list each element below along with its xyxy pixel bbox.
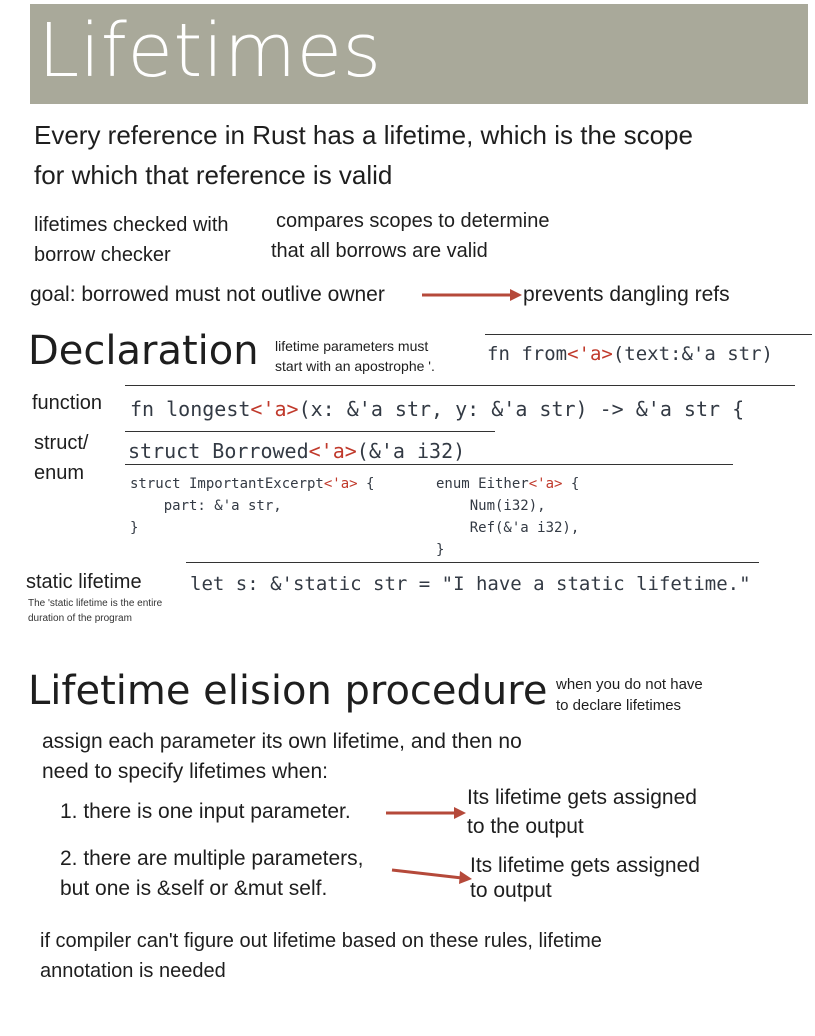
rule-2-line-1: 2. there are multiple parameters, — [60, 847, 364, 870]
static-note-line-1: The 'static lifetime is the entire — [28, 598, 163, 609]
checker-left-line-1: lifetimes checked with — [34, 214, 229, 236]
rule-2-line-2: but one is &self or &mut self. — [60, 877, 328, 900]
rule-1-result-line-1: Its lifetime gets assigned — [467, 786, 697, 809]
function-label: function — [32, 392, 103, 414]
intro-line-2: for which that reference is valid — [34, 160, 393, 190]
struct-code: struct Borrowed<'a>(&'a i32) — [128, 439, 466, 463]
struct-label-line-1: struct/ — [34, 432, 89, 454]
arrow-right-icon — [386, 807, 466, 819]
arrow-right-icon — [391, 868, 472, 884]
elision-heading: Lifetime elision procedure — [28, 668, 548, 714]
rule-2-result-line-2: to output — [470, 879, 552, 902]
footer-line-2: annotation is needed — [40, 960, 226, 982]
rule-1: 1. there is one input parameter. — [60, 800, 351, 823]
goal-result: prevents dangling refs — [523, 283, 730, 306]
footer-line-1: if compiler can't figure out lifetime ba… — [40, 930, 602, 952]
declaration-note-line-2: start with an apostrophe '. — [275, 358, 435, 374]
divider — [186, 562, 759, 563]
elision-intro-line-1: assign each parameter its own lifetime, … — [42, 730, 522, 753]
declaration-note-line-1: lifetime parameters must — [275, 338, 429, 354]
divider — [125, 431, 495, 432]
declaration-heading: Declaration — [28, 328, 259, 374]
rule-1-result-line-2: to the output — [467, 815, 584, 838]
checker-left-line-2: borrow checker — [34, 244, 171, 266]
enum-block-code: enum Either<'a> { Num(i32), Ref(&'a i32)… — [436, 476, 580, 558]
struct-block-code: struct ImportantExcerpt<'a> { part: &'a … — [130, 476, 375, 536]
goal-text: goal: borrowed must not outlive owner — [30, 283, 385, 306]
static-label: static lifetime — [26, 571, 142, 593]
static-code: let s: &'static str = "I have a static l… — [190, 573, 751, 595]
elision-note-line-2: to declare lifetimes — [556, 697, 682, 714]
function-code: fn longest<'a>(x: &'a str, y: &'a str) -… — [130, 397, 745, 421]
elision-intro-line-2: need to specify lifetimes when: — [42, 760, 328, 783]
intro-line-1: Every reference in Rust has a lifetime, … — [34, 120, 693, 150]
divider — [125, 385, 795, 386]
struct-label-line-2: enum — [34, 462, 85, 484]
arrow-right-icon — [422, 289, 522, 301]
divider — [125, 464, 733, 465]
page-title: Lifetimes — [38, 8, 382, 94]
static-note-line-2: duration of the program — [28, 613, 132, 624]
checker-right-line-2: that all borrows are valid — [271, 240, 488, 262]
checker-right-line-1: compares scopes to determine — [276, 210, 550, 232]
rule-2-result-line-1: Its lifetime gets assigned — [470, 854, 700, 877]
elision-note-line-1: when you do not have — [556, 676, 703, 693]
declaration-example-code: fn from<'a>(text:&'a str) — [487, 343, 773, 365]
divider — [485, 334, 812, 335]
